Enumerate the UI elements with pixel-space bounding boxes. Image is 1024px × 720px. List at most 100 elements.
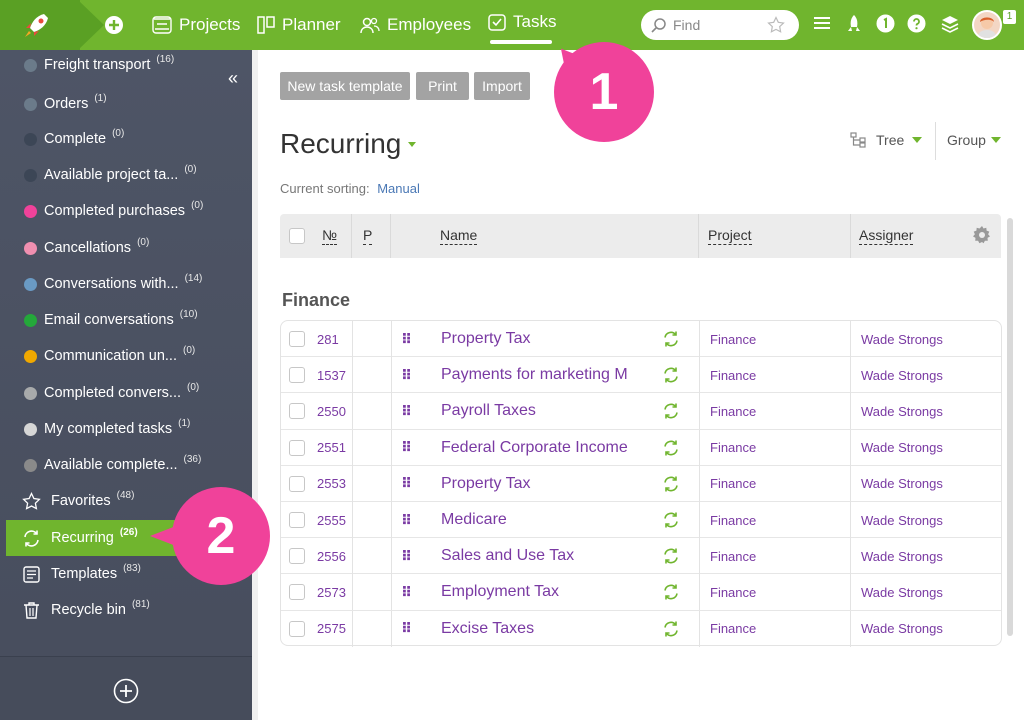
task-name[interactable]: Property Tax [441, 466, 641, 502]
column-project[interactable]: Project [708, 214, 752, 258]
select-all-checkbox[interactable] [289, 214, 305, 258]
help-icon[interactable] [907, 14, 926, 33]
sidebar-item-my-completed-tasks[interactable]: My completed tasks (1) [0, 411, 252, 447]
nav-projects[interactable]: Projects [152, 0, 240, 50]
sidebar-item-orders[interactable]: Orders (1) [0, 86, 252, 122]
app-logo[interactable] [0, 0, 80, 50]
row-checkbox[interactable] [289, 321, 305, 357]
search-input[interactable]: Find [641, 10, 799, 40]
table-row[interactable]: 2575 ⠿ Excise Taxes Finance Wade Strongs [281, 610, 1001, 647]
task-number[interactable]: 2573 [317, 574, 346, 610]
drag-handle-icon[interactable]: ⠿ [401, 430, 412, 466]
column-name[interactable]: Name [440, 214, 478, 258]
task-name[interactable]: Medicare [441, 502, 641, 538]
drag-handle-icon[interactable]: ⠿ [401, 393, 412, 429]
task-number[interactable]: 2556 [317, 538, 346, 574]
drag-handle-icon[interactable]: ⠿ [401, 357, 412, 393]
table-row[interactable]: 2550 ⠿ Payroll Taxes Finance Wade Strongs [281, 393, 1001, 430]
task-project[interactable]: Finance [710, 430, 756, 466]
task-number[interactable]: 2550 [317, 393, 346, 429]
info-1c-icon[interactable] [876, 14, 895, 33]
table-row[interactable]: 2555 ⠿ Medicare Finance Wade Strongs [281, 502, 1001, 539]
row-checkbox[interactable] [289, 430, 305, 466]
column-priority[interactable]: P [363, 214, 373, 258]
row-checkbox[interactable] [289, 393, 305, 429]
menu-icon[interactable] [813, 14, 831, 32]
sidebar-item-communication[interactable]: Communication un... (0) [0, 338, 252, 374]
task-name[interactable]: Sales and Use Tax [441, 538, 641, 574]
row-checkbox[interactable] [289, 357, 305, 393]
task-number[interactable]: 281 [317, 321, 339, 357]
task-project[interactable]: Finance [710, 466, 756, 502]
sidebar-item-cancellations[interactable]: Cancellations (0) [0, 230, 252, 266]
task-assigner[interactable]: Wade Strongs [861, 502, 943, 538]
task-assigner[interactable]: Wade Strongs [861, 357, 943, 393]
table-row[interactable]: 281 ⠿ Property Tax Finance Wade Strongs [281, 321, 1001, 358]
sidebar-item-recycle-bin[interactable]: Recycle bin (81) [0, 592, 252, 628]
task-number[interactable]: 1537 [317, 357, 346, 393]
table-row[interactable]: 2556 ⠿ Sales and Use Tax Finance Wade Strong… [281, 538, 1001, 575]
group-dropdown[interactable]: Group [947, 132, 1001, 148]
sidebar-item-completed-conversations[interactable]: Completed convers... (0) [0, 375, 252, 411]
drag-handle-icon[interactable]: ⠿ [401, 321, 412, 357]
add-list-icon[interactable] [113, 678, 139, 704]
drag-handle-icon[interactable]: ⠿ [401, 611, 412, 647]
row-checkbox[interactable] [289, 466, 305, 502]
task-assigner[interactable]: Wade Strongs [861, 321, 943, 357]
row-checkbox[interactable] [289, 502, 305, 538]
sidebar-item-email-conversations[interactable]: Email conversations (10) [0, 302, 252, 338]
column-number[interactable]: № [322, 214, 338, 258]
sidebar-item-available-completed[interactable]: Available complete... (36) [0, 447, 252, 483]
task-project[interactable]: Finance [710, 393, 756, 429]
nav-planner[interactable]: Planner [257, 0, 341, 50]
task-name[interactable]: Payroll Taxes [441, 393, 641, 429]
task-number[interactable]: 2575 [317, 611, 346, 647]
task-name[interactable]: Federal Corporate Income [441, 430, 641, 466]
task-name[interactable]: Payments for marketing M [441, 357, 641, 393]
task-assigner[interactable]: Wade Strongs [861, 538, 943, 574]
table-row[interactable]: 2573 ⠿ Employment Tax Finance Wade Strongs [281, 574, 1001, 611]
task-assigner[interactable]: Wade Strongs [861, 611, 943, 647]
sidebar-item-complete[interactable]: Complete (0) [0, 121, 252, 157]
sidebar-item-available-project-tasks[interactable]: Available project ta... (0) [0, 157, 252, 193]
sidebar-item-completed-purchases[interactable]: Completed purchases (0) [0, 193, 252, 229]
task-name[interactable]: Property Tax [441, 321, 641, 357]
layers-icon[interactable] [940, 14, 960, 34]
user-avatar[interactable] [972, 10, 1002, 40]
column-assigner[interactable]: Assigner [859, 214, 914, 258]
task-project[interactable]: Finance [710, 611, 756, 647]
drag-handle-icon[interactable]: ⠿ [401, 538, 412, 574]
table-row[interactable]: 2551 ⠿ Federal Corporate Income Finance Wade… [281, 429, 1001, 466]
task-project[interactable]: Finance [710, 502, 756, 538]
task-project[interactable]: Finance [710, 538, 756, 574]
favorite-star-icon[interactable] [767, 16, 785, 34]
row-checkbox[interactable] [289, 574, 305, 610]
drag-handle-icon[interactable]: ⠿ [401, 466, 412, 502]
sorting-value-link[interactable]: Manual [377, 181, 420, 196]
table-row[interactable]: 1537 ⠿ Payments for marketing M Finance Wade… [281, 357, 1001, 394]
page-title[interactable]: Recurring [280, 128, 401, 160]
title-dropdown-icon[interactable] [408, 142, 416, 147]
task-project[interactable]: Finance [710, 357, 756, 393]
task-name[interactable]: Excise Taxes [441, 611, 641, 647]
print-button[interactable]: Print [416, 72, 469, 100]
rocket-icon[interactable] [845, 14, 863, 34]
sidebar-item-conversations[interactable]: Conversations with... (14) [0, 266, 252, 302]
task-number[interactable]: 2551 [317, 430, 346, 466]
task-number[interactable]: 2553 [317, 466, 346, 502]
task-assigner[interactable]: Wade Strongs [861, 574, 943, 610]
nav-employees[interactable]: Employees [360, 0, 471, 50]
task-number[interactable]: 2555 [317, 502, 346, 538]
task-assigner[interactable]: Wade Strongs [861, 466, 943, 502]
row-checkbox[interactable] [289, 611, 305, 647]
task-name[interactable]: Employment Tax [441, 574, 641, 610]
new-task-template-button[interactable]: New task template [280, 72, 410, 100]
scrollbar[interactable] [1007, 218, 1013, 636]
task-assigner[interactable]: Wade Strongs [861, 393, 943, 429]
task-assigner[interactable]: Wade Strongs [861, 430, 943, 466]
sidebar-item-freight-transport[interactable]: Freight transport (16) [0, 47, 252, 83]
task-project[interactable]: Finance [710, 321, 756, 357]
gear-icon[interactable] [972, 225, 992, 245]
tree-view-toggle[interactable]: Tree [850, 132, 923, 148]
row-checkbox[interactable] [289, 538, 305, 574]
